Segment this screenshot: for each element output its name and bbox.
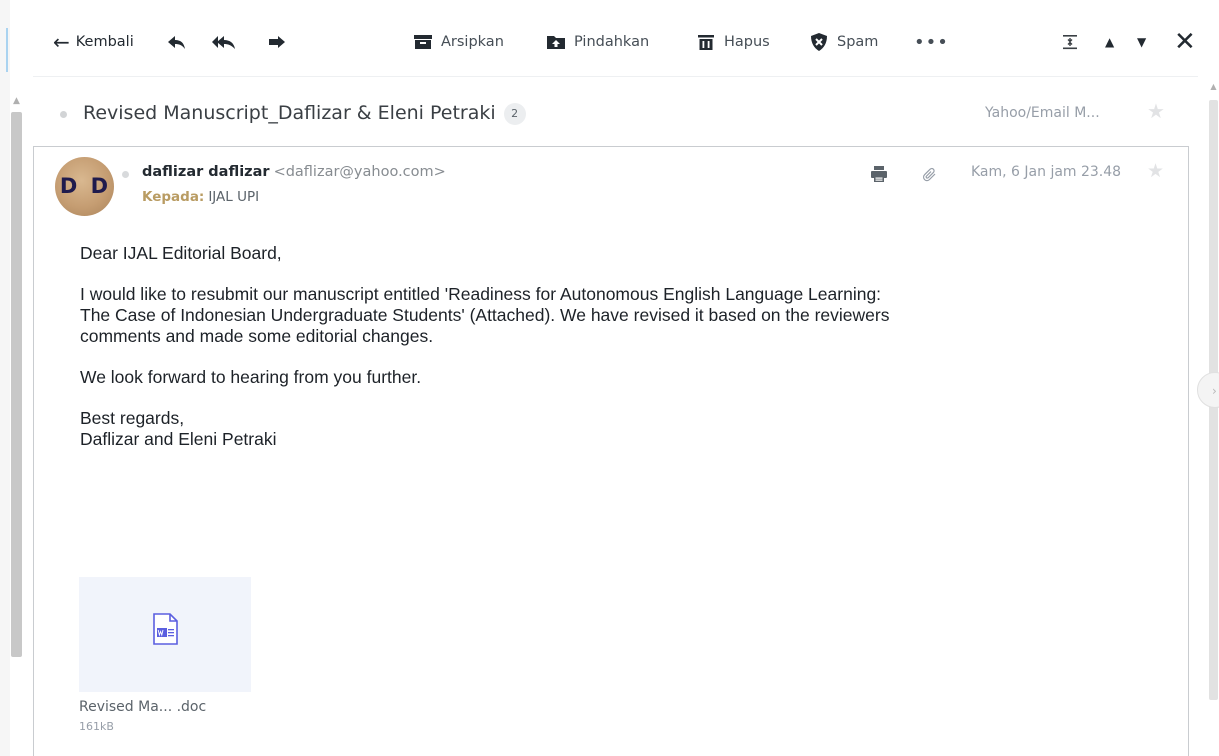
thread-star-icon[interactable]: ★ [1147, 99, 1165, 123]
spam-button[interactable]: Spam [809, 32, 878, 52]
recipient-name[interactable]: IJAL UPI [208, 189, 259, 205]
attachment-name[interactable]: Revised Ma... .doc [79, 699, 251, 715]
message-count-badge: 2 [503, 102, 526, 125]
move-folder-icon [546, 32, 566, 52]
more-dots-icon: ••• [914, 31, 949, 53]
back-label: Kembali [75, 34, 134, 50]
thread-subject: Revised Manuscript_Daflizar & Eleni Petr… [83, 102, 526, 125]
print-icon[interactable] [869, 164, 889, 188]
subject-text: Revised Manuscript_Daflizar & Eleni Petr… [83, 102, 496, 124]
body-greeting: Dear IJAL Editorial Board, [80, 243, 282, 263]
body-paragraph-1-line-2: The Case of Indonesian Undergraduate Stu… [80, 305, 890, 325]
sender-line: daflizar daflizar <daflizar@yahoo.com> [142, 164, 446, 180]
thread-header: Revised Manuscript_Daflizar & Eleni Petr… [33, 76, 1198, 146]
word-document-icon [152, 613, 178, 649]
forward-button[interactable] [267, 32, 287, 52]
forward-icon [267, 32, 287, 52]
next-message-button[interactable]: ▼ [1137, 35, 1146, 49]
left-panel-accent [6, 28, 8, 72]
side-panel-handle-icon[interactable]: › [1197, 372, 1219, 408]
avatar: D D [55, 157, 114, 216]
message-star-icon[interactable]: ★ [1147, 160, 1164, 182]
scroll-up-arrow-icon[interactable]: ▲ [10, 92, 23, 110]
recipient-line: Kepada: IJAL UPI [142, 189, 259, 205]
to-label: Kepada: [142, 189, 205, 205]
spam-label: Spam [837, 34, 879, 50]
body-paragraph-1: I would like to resubmit our manuscript … [80, 284, 1160, 347]
body-closing: Best regards, [80, 408, 185, 428]
more-options-button[interactable]: ••• [914, 32, 949, 53]
body-paragraph-1-line-1: I would like to resubmit our manuscript … [80, 284, 882, 304]
previous-message-button[interactable]: ▲ [1105, 35, 1114, 49]
attachment-card[interactable]: Revised Ma... .doc 161kB [79, 577, 251, 733]
paperclip-icon[interactable] [922, 167, 938, 187]
archive-button[interactable]: Arsipkan [413, 32, 504, 52]
left-panel-edge [0, 0, 10, 756]
close-button[interactable]: ✕ [1174, 27, 1196, 57]
delete-button[interactable]: Hapus [696, 32, 770, 52]
arrow-left-icon: ← [53, 30, 70, 54]
folder-label[interactable]: Yahoo/Email M... [985, 105, 1100, 121]
left-scrollbar-thumb[interactable] [11, 112, 22, 657]
trash-icon [696, 32, 716, 52]
message-card: D D daflizar daflizar <daflizar@yahoo.com… [33, 146, 1189, 756]
reply-icon [167, 32, 187, 52]
attachment-size: 161kB [79, 720, 114, 733]
collapse-button[interactable] [1060, 32, 1080, 52]
body-paragraph-1-line-3: comments and made some editorial changes… [80, 326, 434, 346]
back-button[interactable]: ← Kembali [53, 32, 134, 52]
reply-all-button[interactable] [211, 32, 237, 52]
collapse-icon [1060, 32, 1080, 52]
message-date: Kam, 6 Jan jam 23.48 [971, 164, 1122, 180]
move-button[interactable]: Pindahkan [546, 32, 649, 52]
unread-dot-icon[interactable] [60, 111, 67, 118]
delete-label: Hapus [724, 34, 770, 50]
close-icon: ✕ [1174, 27, 1196, 57]
caret-down-icon: ▼ [1137, 35, 1147, 49]
reply-button[interactable] [167, 32, 187, 52]
move-label: Pindahkan [574, 34, 650, 50]
sender-email: <daflizar@yahoo.com> [273, 164, 446, 180]
message-toolbar: ← Kembali Arsipkan Pindahkan Hapus Spam … [33, 8, 1219, 76]
body-paragraph-2: We look forward to hearing from you furt… [80, 367, 422, 387]
attachment-thumbnail[interactable] [79, 577, 251, 692]
archive-icon [413, 32, 433, 52]
shield-x-icon [809, 32, 829, 52]
body-signature: Daflizar and Eleni Petraki [80, 429, 277, 449]
sender-name[interactable]: daflizar daflizar [142, 164, 270, 180]
message-body: Dear IJAL Editorial Board, I would like … [80, 243, 1160, 450]
archive-label: Arsipkan [441, 34, 504, 50]
reply-all-icon [211, 32, 237, 52]
right-scroll-up-arrow-icon[interactable]: ▲ [1208, 82, 1219, 96]
caret-up-icon: ▲ [1105, 35, 1115, 49]
read-status-dot-icon[interactable] [122, 171, 129, 178]
